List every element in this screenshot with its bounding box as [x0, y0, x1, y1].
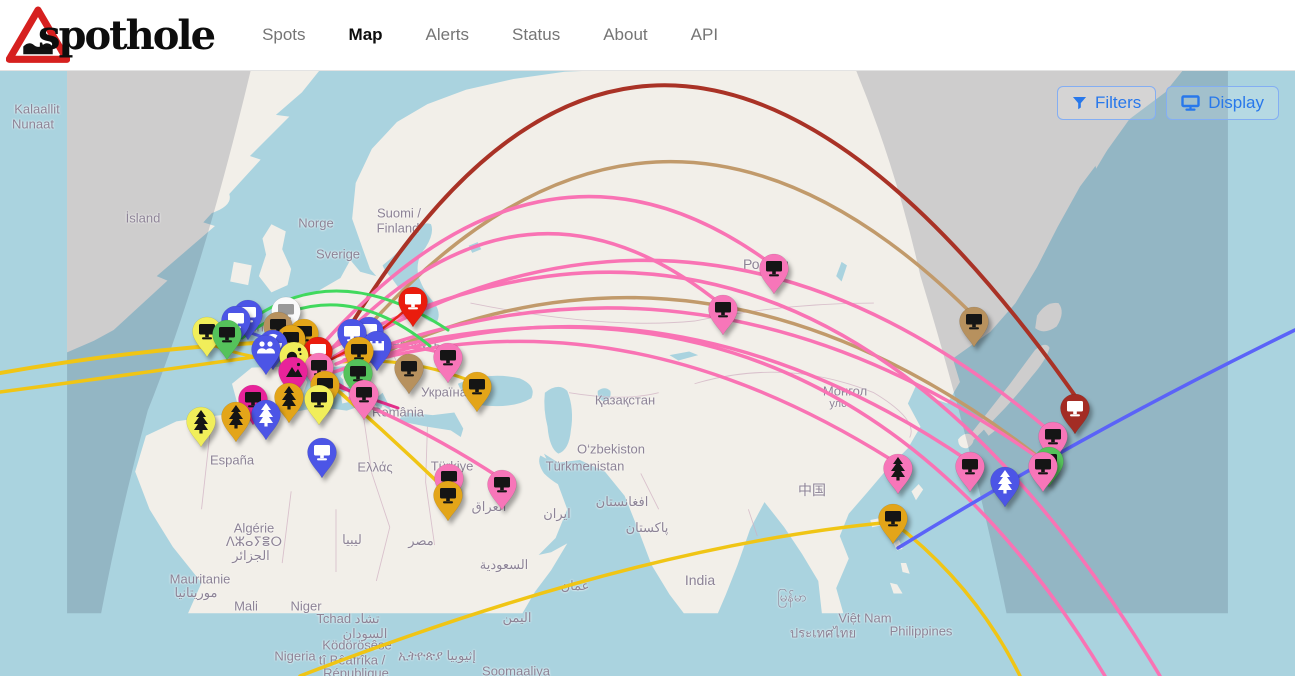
display-monitor-icon: [1181, 95, 1200, 111]
filters-button[interactable]: Filters: [1057, 86, 1156, 120]
nav-item-map[interactable]: Map: [349, 25, 383, 45]
map-pin-monitor-pink[interactable]: [487, 469, 517, 513]
top-navigation-bar: spothole Spots Map Alerts Status About API: [0, 0, 1295, 71]
map-pin-monitor-pink[interactable]: [349, 379, 379, 423]
route-arc-tan: [348, 162, 976, 350]
map-pin-monitor-pink[interactable]: [1028, 451, 1058, 495]
route-arc-gold: [893, 522, 1020, 676]
display-button[interactable]: Display: [1166, 86, 1279, 120]
map-pin-monitor-yellow[interactable]: [304, 384, 334, 428]
map-pin-monitor-gold[interactable]: [878, 503, 908, 547]
route-arcs-layer: [0, 70, 1295, 676]
main-nav: Spots Map Alerts Status About API: [262, 25, 718, 45]
map-pin-tree-gold[interactable]: [221, 401, 251, 445]
map-pin-crowd-blue[interactable]: [251, 334, 281, 378]
nav-item-about[interactable]: About: [603, 25, 647, 45]
filter-funnel-icon: [1072, 96, 1087, 111]
map-pin-tree-pink[interactable]: [883, 453, 913, 497]
filters-button-label: Filters: [1095, 93, 1141, 113]
map-pin-monitor-green[interactable]: [212, 319, 242, 363]
map-controls: Filters Display: [1057, 86, 1279, 120]
map-pin-monitor-gold[interactable]: [462, 371, 492, 415]
route-arc-gold: [300, 522, 893, 676]
map-pin-monitor-pink[interactable]: [955, 451, 985, 495]
world-map-canvas[interactable]: KalaallitNunaatİslandNorgeSverigeSuomi /…: [0, 70, 1295, 676]
map-pin-tree-yellow[interactable]: [186, 406, 216, 450]
display-button-label: Display: [1208, 93, 1264, 113]
nav-item-alerts[interactable]: Alerts: [426, 25, 469, 45]
map-pin-monitor-red[interactable]: [398, 286, 428, 330]
map-pin-monitor-pink[interactable]: [759, 253, 789, 297]
map-pin-monitor-blue[interactable]: [307, 437, 337, 481]
map-pin-monitor-pink[interactable]: [708, 294, 738, 338]
map-pin-tree-blue[interactable]: [990, 466, 1020, 510]
nav-item-spots[interactable]: Spots: [262, 25, 305, 45]
map-pin-monitor-gold[interactable]: [433, 480, 463, 524]
app-logo[interactable]: spothole: [6, 5, 214, 65]
map-pin-monitor-tan[interactable]: [394, 353, 424, 397]
map-pin-tree-blue[interactable]: [251, 399, 281, 443]
brand-title: spothole: [38, 12, 214, 59]
map-pin-monitor-tan[interactable]: [959, 306, 989, 350]
nav-item-api[interactable]: API: [691, 25, 718, 45]
nav-item-status[interactable]: Status: [512, 25, 560, 45]
map-pin-monitor-pink[interactable]: [433, 342, 463, 386]
